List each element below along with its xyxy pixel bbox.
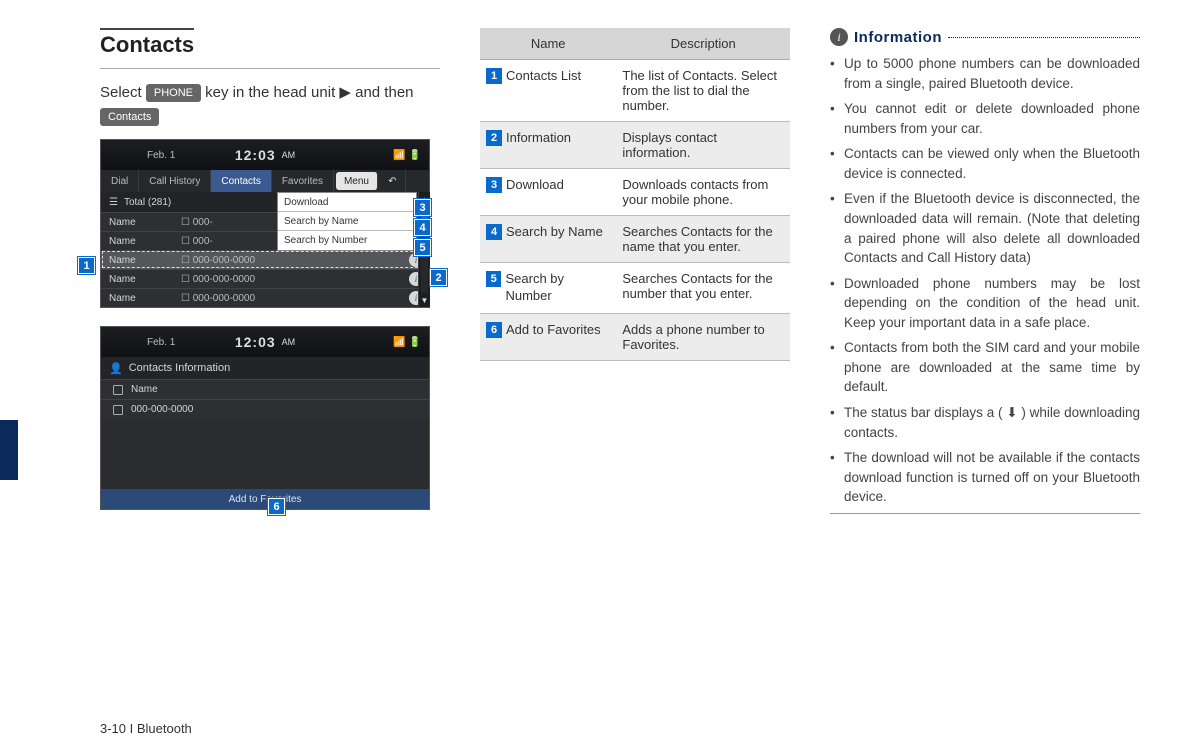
- status-icons: 📶 🔋: [393, 337, 421, 348]
- tab-call-history[interactable]: Call History: [139, 170, 211, 192]
- status-icons: 📶 🔋: [393, 150, 421, 161]
- table-row: 2Information Displays contact informatio…: [480, 122, 790, 169]
- intro-text: Select PHONE key in the head unit ▶ and …: [100, 81, 440, 129]
- phone-key: PHONE: [146, 84, 201, 102]
- table-row: 5Search by Number Searches Contacts for …: [480, 263, 790, 314]
- section-title: Contacts: [100, 28, 194, 58]
- status-time: 12:03: [235, 147, 276, 163]
- contact-row-selected[interactable]: Name☐ 000-000-0000i: [101, 250, 429, 269]
- badge-2: 2: [486, 130, 502, 146]
- contact-row[interactable]: Name☐ 000-000-0000i: [101, 269, 429, 288]
- callout-3: 3: [414, 199, 431, 216]
- th-desc: Description: [616, 28, 790, 60]
- badge-3: 3: [486, 177, 502, 193]
- screenshot-contact-info: Feb. 1 12:03 AM 📶 🔋 👤 Contacts Informatio…: [100, 326, 430, 510]
- add-to-favorites-button[interactable]: Add to Favorites: [101, 489, 429, 509]
- information-icon: i: [830, 28, 848, 46]
- dropdown-download[interactable]: Download: [278, 193, 416, 212]
- menu-dropdown: Download Search by Name Search by Number: [277, 192, 417, 251]
- side-tab: [0, 420, 18, 480]
- scroll-down-icon[interactable]: ▼: [419, 293, 430, 307]
- list-item: You cannot edit or delete downloaded pho…: [830, 99, 1140, 138]
- list-item: The status bar displays a ( ⬇ ) while do…: [830, 403, 1140, 442]
- field-icon: [113, 385, 123, 395]
- callout-4: 4: [414, 219, 431, 236]
- total-count: Total (281): [124, 197, 171, 208]
- back-button[interactable]: ↶: [380, 170, 406, 192]
- table-row: 6Add to Favorites Adds a phone number to…: [480, 313, 790, 360]
- feature-table: Name Description 1Contacts List The list…: [480, 28, 790, 361]
- table-row: 1Contacts List The list of Contacts. Sel…: [480, 60, 790, 122]
- detail-phone-row[interactable]: 000-000-0000: [101, 399, 429, 419]
- list-item: Downloaded phone numbers may be lost dep…: [830, 274, 1140, 333]
- list-icon: ☰: [109, 197, 118, 208]
- dropdown-search-name[interactable]: Search by Name: [278, 212, 416, 231]
- tab-contacts[interactable]: Contacts: [211, 170, 271, 192]
- badge-6: 6: [486, 322, 502, 338]
- status-date: Feb. 1: [147, 150, 175, 161]
- list-item: Contacts from both the SIM card and your…: [830, 338, 1140, 397]
- status-time: 12:03: [235, 334, 276, 350]
- badge-4: 4: [486, 224, 502, 240]
- contacts-icon: 👤: [109, 362, 123, 375]
- status-date: Feb. 1: [147, 337, 175, 348]
- callout-2: 2: [430, 269, 447, 286]
- page-footer: 3-10 I Bluetooth: [100, 721, 192, 736]
- detail-name-row: Name: [101, 379, 429, 399]
- contacts-key: Contacts: [100, 108, 159, 126]
- table-row: 4Search by Name Searches Contacts for th…: [480, 216, 790, 263]
- callout-6: 6: [268, 498, 285, 515]
- list-item: Contacts can be viewed only when the Blu…: [830, 144, 1140, 183]
- tab-favorites[interactable]: Favorites: [272, 170, 334, 192]
- th-name: Name: [480, 28, 616, 60]
- screenshot-contacts-list: Feb. 1 12:03 AM 📶 🔋 Dial Call History Co…: [100, 139, 430, 308]
- information-list: Up to 5000 phone numbers can be download…: [830, 54, 1140, 507]
- list-item: Even if the Bluetooth device is disconne…: [830, 189, 1140, 267]
- badge-1: 1: [486, 68, 502, 84]
- menu-button[interactable]: Menu: [336, 172, 378, 190]
- status-ampm: AM: [282, 150, 296, 160]
- callout-5: 5: [414, 239, 431, 256]
- information-heading: i Information: [830, 28, 1140, 46]
- badge-5: 5: [486, 271, 501, 287]
- list-item: The download will not be available if th…: [830, 448, 1140, 507]
- dropdown-search-number[interactable]: Search by Number: [278, 231, 416, 250]
- contact-row[interactable]: Name☐ 000-000-0000i: [101, 288, 429, 307]
- list-item: Up to 5000 phone numbers can be download…: [830, 54, 1140, 93]
- table-row: 3Download Downloads contacts from your m…: [480, 169, 790, 216]
- tab-dial[interactable]: Dial: [101, 170, 139, 192]
- phone-field-icon: [113, 405, 123, 415]
- status-ampm: AM: [282, 337, 296, 347]
- callout-1: 1: [78, 257, 95, 274]
- detail-title: Contacts Information: [129, 362, 231, 374]
